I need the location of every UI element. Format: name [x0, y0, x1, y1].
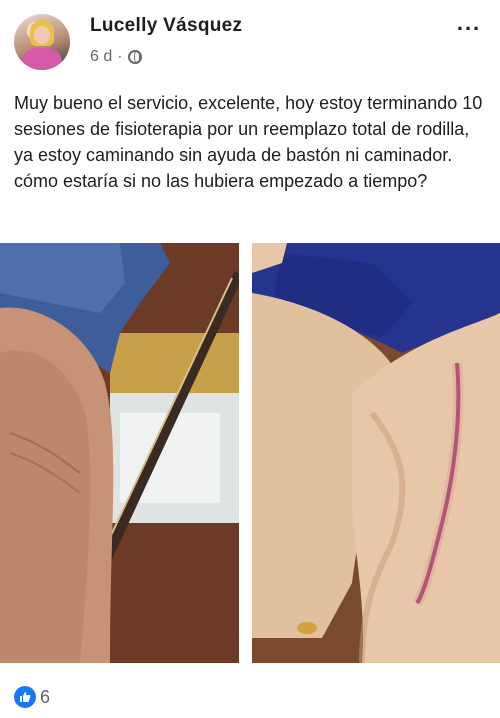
timestamp[interactable]: 6 d [90, 48, 112, 66]
globe-icon [127, 50, 142, 64]
avatar[interactable] [14, 14, 70, 70]
knee-photo-before-image [0, 243, 239, 663]
thumbs-up-glyph [20, 692, 31, 702]
reactions-bar: 6 [0, 680, 500, 718]
post-options-button[interactable]: ... [452, 10, 486, 38]
author-name[interactable]: Lucelly Vásquez [90, 15, 242, 37]
photo-knee-before[interactable] [0, 243, 239, 663]
post-meta: 6 d · [90, 48, 142, 66]
photo-knee-scar[interactable] [252, 243, 500, 663]
post-text: Muy bueno el servicio, excelente, hoy es… [14, 93, 483, 191]
reaction-count[interactable]: 6 [40, 687, 50, 708]
like-icon[interactable] [14, 686, 36, 708]
knee-photo-scar-image [252, 243, 500, 663]
meta-separator: · [117, 48, 123, 65]
post-header: Lucelly Vásquez 6 d · ... [0, 0, 500, 80]
